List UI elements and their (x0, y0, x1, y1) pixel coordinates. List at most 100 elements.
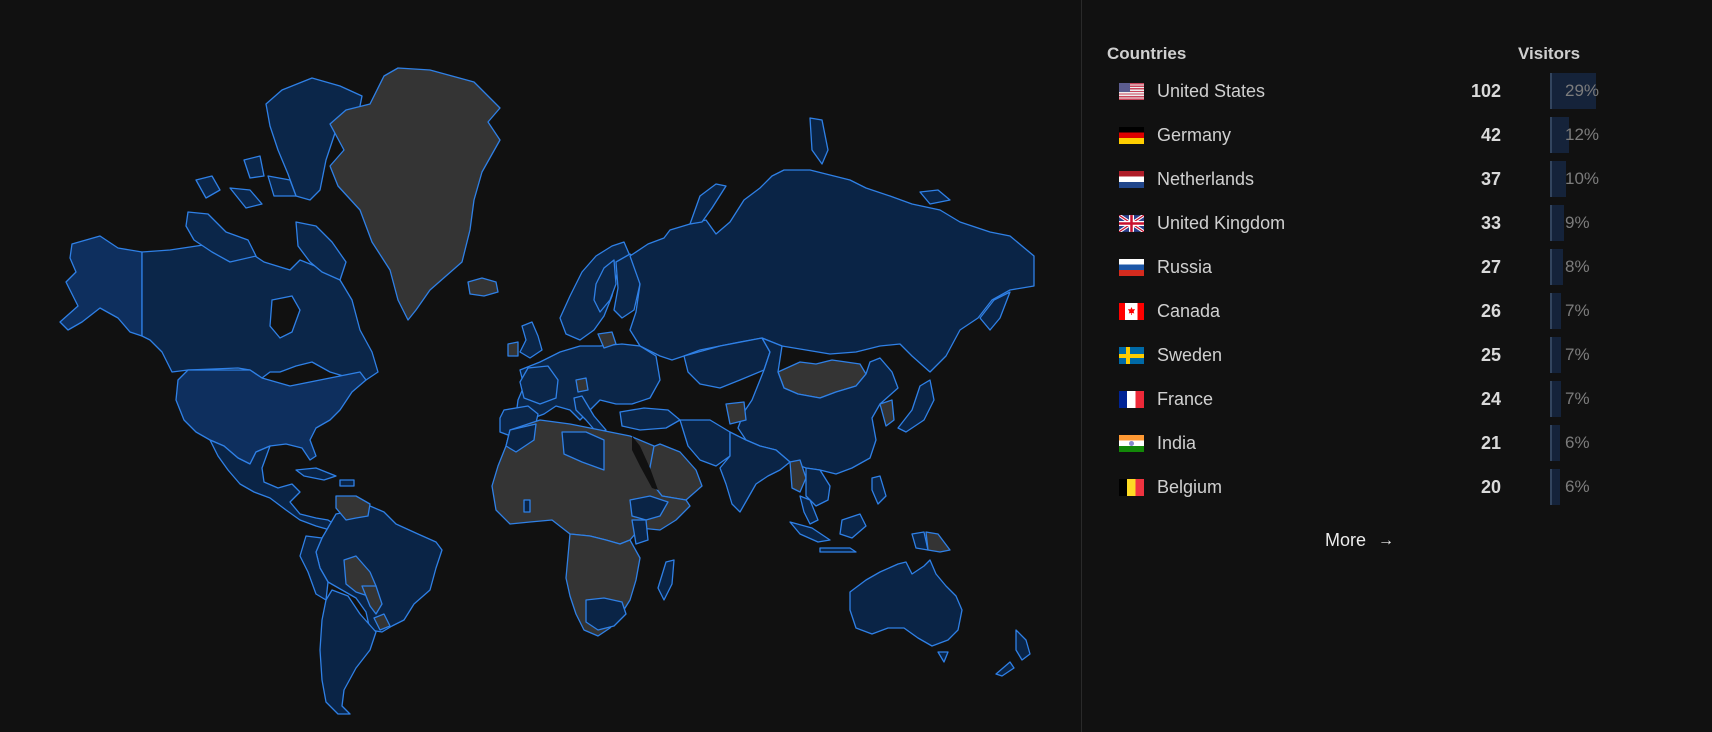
country-tasmania[interactable] (937, 651, 949, 663)
country-australia[interactable] (849, 559, 963, 647)
country-uk[interactable] (519, 321, 543, 359)
us-flag-icon (1119, 83, 1144, 100)
country-new-guinea-west[interactable] (911, 531, 929, 551)
country-borneo[interactable] (839, 513, 867, 539)
country-philippines[interactable] (871, 475, 887, 505)
country-name: United States (1157, 81, 1266, 101)
visitor-percent: 6% (1565, 477, 1590, 496)
be-flag-icon (1119, 479, 1144, 496)
country-canada-island[interactable] (229, 187, 263, 209)
in-flag-icon (1119, 435, 1144, 452)
visitor-count: 21 (1480, 433, 1501, 453)
country-iran[interactable] (679, 419, 731, 467)
country-row[interactable]: Germany 42 12% (1082, 115, 1712, 155)
country-kenya[interactable] (631, 519, 649, 545)
visitors-header: Visitors (1518, 44, 1581, 63)
country-canada-island[interactable] (243, 155, 265, 179)
visitor-percent: 7% (1565, 389, 1590, 408)
country-row[interactable]: Russia 27 8% (1082, 247, 1712, 287)
country-name: Netherlands (1157, 169, 1255, 189)
country-russia[interactable] (629, 169, 1035, 373)
country-russia-island[interactable] (809, 117, 829, 165)
visitor-count: 37 (1480, 169, 1501, 189)
more-label: More (1325, 530, 1367, 550)
country-balkans[interactable] (575, 377, 589, 393)
country-papua-new-guinea[interactable] (925, 531, 951, 553)
country-indonesia[interactable] (789, 521, 831, 543)
visitor-percent: 9% (1565, 213, 1590, 232)
nl-flag-icon (1119, 171, 1144, 188)
country-name: Belgium (1157, 477, 1223, 497)
country-russia-island[interactable] (919, 189, 951, 205)
visitor-count: 33 (1480, 213, 1501, 233)
country-row[interactable]: India 21 6% (1082, 423, 1712, 463)
visitor-count: 102 (1470, 81, 1501, 101)
gb-flag-icon (1119, 215, 1144, 232)
country-madagascar[interactable] (657, 559, 675, 601)
share-bar-axis (1550, 381, 1552, 417)
country-java[interactable] (819, 547, 857, 553)
share-bar-axis (1550, 425, 1552, 461)
country-turkey[interactable] (619, 407, 681, 431)
visitor-percent: 12% (1565, 125, 1600, 144)
share-bar-axis (1550, 73, 1552, 109)
country-cuba[interactable] (295, 467, 337, 481)
visitor-count: 25 (1480, 345, 1501, 365)
share-bar-axis (1550, 249, 1552, 285)
country-ghana[interactable] (523, 499, 531, 513)
country-name: Canada (1157, 301, 1221, 321)
visitor-percent: 7% (1565, 301, 1590, 320)
de-flag-icon (1119, 127, 1144, 144)
visitor-count: 24 (1480, 389, 1501, 409)
se-flag-icon (1119, 347, 1144, 364)
countries-panel: Countries Visitors United States 102 29% Ge… (1082, 0, 1712, 732)
share-bar (1550, 161, 1566, 197)
ru-flag-icon (1119, 259, 1144, 276)
country-name: Germany (1157, 125, 1232, 145)
country-row[interactable]: Belgium 20 6% (1082, 467, 1712, 507)
country-row[interactable]: United Kingdom 33 9% (1082, 203, 1712, 243)
country-name: United Kingdom (1157, 213, 1286, 233)
country-row[interactable]: France 24 7% (1082, 379, 1712, 419)
country-row[interactable]: Canada 26 7% (1082, 291, 1712, 331)
country-name: Russia (1157, 257, 1213, 277)
country-mexico[interactable] (209, 439, 341, 531)
visitor-count: 26 (1480, 301, 1501, 321)
visitor-count: 20 (1480, 477, 1501, 497)
world-map[interactable] (0, 0, 1081, 732)
country-united-states[interactable] (175, 369, 367, 465)
more-button[interactable]: More → (1325, 530, 1394, 551)
country-korea[interactable] (879, 399, 895, 427)
visitor-count: 42 (1480, 125, 1501, 145)
ca-flag-icon (1119, 303, 1144, 320)
country-ireland[interactable] (507, 341, 519, 357)
country-hispaniola[interactable] (339, 479, 355, 487)
visitor-percent: 7% (1565, 345, 1590, 364)
share-bar-axis (1550, 117, 1552, 153)
share-bar-axis (1550, 293, 1552, 329)
visitor-percent: 29% (1565, 81, 1600, 100)
country-name: India (1157, 433, 1197, 453)
country-row[interactable]: United States 102 29% (1082, 71, 1712, 111)
country-row[interactable]: Sweden 25 7% (1082, 335, 1712, 375)
country-iceland[interactable] (467, 277, 499, 297)
share-bar-axis (1550, 337, 1552, 373)
visitor-percent: 8% (1565, 257, 1590, 276)
country-south-africa[interactable] (585, 597, 627, 631)
country-canada-island[interactable] (195, 175, 221, 199)
arrow-right-icon: → (1378, 531, 1395, 549)
countries-header: Countries (1107, 44, 1187, 63)
country-russia-island[interactable] (689, 183, 727, 225)
country-alaska[interactable] (59, 235, 143, 337)
country-france[interactable] (519, 365, 559, 405)
country-japan[interactable] (897, 379, 935, 433)
country-name: Sweden (1157, 345, 1223, 365)
visitor-count: 27 (1480, 257, 1501, 277)
country-name: France (1157, 389, 1214, 409)
fr-flag-icon (1119, 391, 1144, 408)
share-bar-axis (1550, 161, 1552, 197)
country-row[interactable]: Netherlands 37 10% (1082, 159, 1712, 199)
country-afghanistan[interactable] (725, 401, 747, 425)
country-new-zealand[interactable] (995, 629, 1031, 677)
share-bar (1550, 205, 1564, 241)
